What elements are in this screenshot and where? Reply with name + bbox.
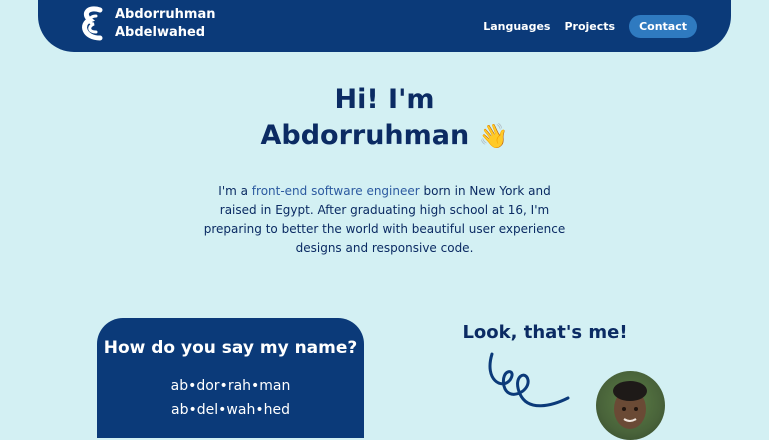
pronunciation-line1: ab•dor•rah•man bbox=[170, 378, 291, 394]
nav-languages[interactable]: Languages bbox=[483, 20, 550, 33]
profile-photo bbox=[596, 371, 665, 440]
brand-line2: Abdelwahed bbox=[115, 25, 206, 40]
hero-greeting: Hi! I'm bbox=[334, 84, 435, 115]
intro-part1: I'm a bbox=[218, 184, 252, 198]
hero-name: Abdorruhman bbox=[260, 120, 470, 151]
site-header: Abdorruhman Abdelwahed Languages Project… bbox=[38, 0, 731, 52]
hero-name-line: Abdorruhman 👋 bbox=[0, 118, 769, 154]
pronunciation-card: How do you say my name? ab•dor•rah•man a… bbox=[97, 318, 364, 438]
nav-projects[interactable]: Projects bbox=[564, 20, 615, 33]
wave-icon: 👋 bbox=[478, 122, 509, 150]
squiggle-arrow-icon bbox=[488, 352, 570, 408]
brand-line1: Abdorruhman bbox=[115, 7, 216, 22]
card-title: How do you say my name? bbox=[103, 338, 358, 358]
look-title: Look, that's me! bbox=[462, 322, 628, 343]
contact-button[interactable]: Contact bbox=[629, 15, 697, 38]
logo-icon[interactable] bbox=[78, 4, 108, 44]
pronunciation-line2: ab•del•wah•hed bbox=[171, 402, 290, 418]
intro-highlight: front-end software engineer bbox=[251, 184, 420, 198]
person-icon bbox=[613, 381, 647, 429]
nav-bar: Languages Projects Contact bbox=[483, 15, 697, 38]
intro-paragraph: I'm a front-end software engineer born i… bbox=[200, 182, 569, 258]
brand-name[interactable]: Abdorruhman Abdelwahed bbox=[115, 6, 216, 42]
hero-title: Hi! I'm Abdorruhman 👋 bbox=[0, 82, 769, 154]
